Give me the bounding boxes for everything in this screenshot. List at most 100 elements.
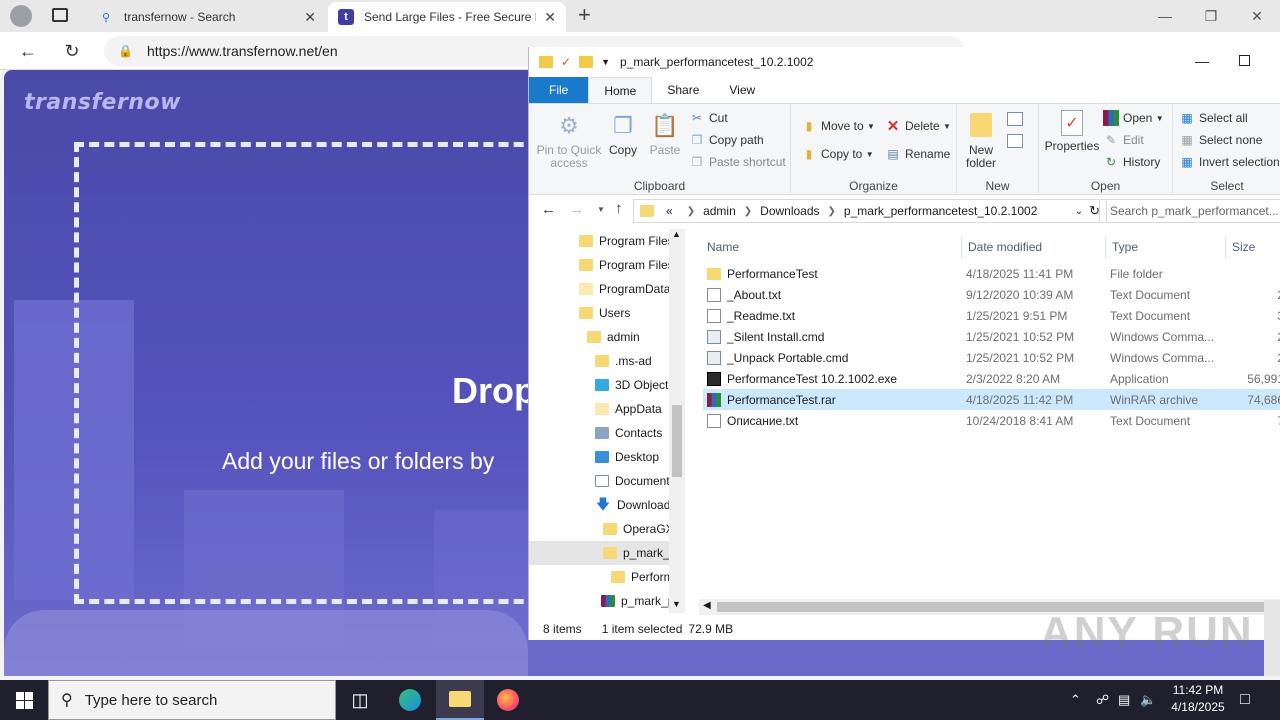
tree-item[interactable]: Users (529, 301, 685, 325)
tree-item[interactable]: Program Files (529, 253, 685, 277)
new-item-icon[interactable] (1007, 112, 1023, 126)
qa-dropdown-icon[interactable]: ▼ (601, 57, 610, 67)
move-to-button[interactable]: ▮ Move to ▼ (801, 116, 875, 136)
tab-actions-icon[interactable] (52, 8, 68, 22)
breadcrumb[interactable]: « ❯ admin ❯ Downloads ❯ p_mark_performan… (633, 199, 1107, 223)
tree-scrollbar[interactable]: ▲ ▼ (669, 229, 685, 613)
start-button[interactable] (0, 680, 48, 720)
file-row[interactable]: _About.txt 9/12/2020 10:39 AM Text Docum… (703, 284, 1280, 305)
file-row[interactable]: _Unpack Portable.cmd 1/25/2021 10:52 PM … (703, 347, 1280, 368)
column-name[interactable]: Name (701, 235, 957, 259)
file-explorer-taskbar-icon[interactable] (436, 680, 484, 720)
notifications-icon[interactable]: □ (1240, 680, 1250, 720)
file-row-selected[interactable]: PerformanceTest.rar 4/18/2025 11:42 PM W… (703, 389, 1280, 410)
column-date-modified[interactable]: Date modified (961, 235, 1103, 259)
select-none-button[interactable]: ▦ Select none (1179, 130, 1262, 150)
new-tab-button[interactable]: + (578, 2, 591, 28)
transfernow-logo[interactable]: transfernow (24, 90, 181, 115)
scroll-down-icon[interactable]: ▼ (672, 599, 681, 609)
tree-item[interactable]: Desktop (529, 445, 685, 469)
column-type[interactable]: Type (1105, 235, 1223, 259)
history-button[interactable]: ↻ History (1103, 152, 1160, 172)
maximize-icon[interactable] (1239, 55, 1250, 66)
close-tab-icon[interactable]: ✕ (536, 9, 556, 26)
tree-item[interactable]: Documents (529, 469, 685, 493)
select-all-button[interactable]: ▦ Select all (1179, 108, 1247, 128)
profile-avatar[interactable] (10, 5, 32, 27)
tree-item[interactable]: Program Files (529, 229, 685, 253)
tray-overflow-icon[interactable]: ⌃ (1070, 680, 1081, 720)
taskbar-search[interactable]: ⚲ Type here to search (48, 680, 336, 720)
invert-selection-button[interactable]: ▦ Invert selection (1179, 152, 1279, 172)
minimize-icon[interactable]: — (1142, 0, 1188, 32)
delete-button[interactable]: ✕ Delete ▼ (885, 116, 951, 136)
breadcrumb-admin[interactable]: admin (703, 204, 736, 218)
copy-button[interactable]: ❐ Copy (605, 110, 641, 157)
tree-item[interactable]: OperaGX (529, 517, 685, 541)
tree-item[interactable]: admin (529, 325, 685, 349)
file-row[interactable]: Описание.txt 10/24/2018 8:41 AM Text Doc… (703, 410, 1280, 431)
network-icon[interactable]: ☍ (1096, 680, 1109, 720)
tree-item[interactable]: p_mark_performancetest (529, 589, 685, 613)
explorer-search-box[interactable]: Search p_mark_performancet... (1099, 199, 1280, 223)
back-icon[interactable]: ← (14, 38, 42, 64)
edge-icon[interactable] (386, 680, 434, 720)
tree-item[interactable]: .ms-ad (529, 349, 685, 373)
minimize-icon[interactable]: — (1195, 53, 1209, 69)
easy-access-icon[interactable] (1007, 134, 1023, 148)
task-view-icon[interactable]: ◫ (336, 680, 384, 720)
properties-qa-icon[interactable]: ✓ (561, 55, 571, 69)
breadcrumb-current[interactable]: p_mark_performancetest_10.2.1002 (844, 204, 1037, 218)
scroll-up-icon[interactable]: ▲ (672, 229, 681, 239)
forward-icon[interactable]: → (569, 201, 584, 218)
tree-item[interactable]: ProgramData (529, 277, 685, 301)
up-icon[interactable]: ↑ (615, 200, 623, 217)
recent-dropdown-icon[interactable]: ▼ (597, 205, 605, 214)
properties-button[interactable]: ✓ Properties (1045, 110, 1099, 153)
tree-item[interactable]: 3D Objects (529, 373, 685, 397)
paste-shortcut-button[interactable]: ❐ Paste shortcut (689, 152, 786, 172)
refresh-icon[interactable]: ↻ (58, 38, 86, 64)
new-folder-button[interactable]: New folder (961, 110, 1001, 170)
close-tab-icon[interactable]: ✕ (296, 9, 316, 26)
tree-item[interactable]: 🡇 Downloads (529, 493, 685, 517)
tree-item[interactable]: PerformanceTest (529, 565, 685, 589)
firefox-icon[interactable] (484, 680, 532, 720)
file-row[interactable]: _Readme.txt 1/25/2021 9:51 PM Text Docum… (703, 305, 1280, 326)
copy-path-button[interactable]: ❐ Copy path (689, 130, 764, 150)
file-row[interactable]: _Silent Install.cmd 1/25/2021 10:52 PM W… (703, 326, 1280, 347)
tab-share[interactable]: Share (652, 77, 714, 103)
rename-button[interactable]: ▤ Rename (885, 144, 950, 164)
tab-transfernow[interactable]: t Send Large Files - Free Secure File ✕ (328, 2, 566, 32)
restore-icon[interactable]: ❐ (1188, 0, 1234, 32)
edit-button[interactable]: ✎ Edit (1103, 130, 1144, 150)
tree-item[interactable]: Contacts (529, 421, 685, 445)
paste-button[interactable]: 📋 Paste (647, 110, 683, 157)
pin-quick-access-button[interactable]: ⚙ Pin to Quick access (535, 110, 603, 170)
breadcrumb-overflow[interactable]: « (666, 204, 673, 218)
breadcrumb-downloads[interactable]: Downloads (760, 204, 819, 218)
tab-search[interactable]: ⚲ transfernow - Search ✕ (88, 2, 326, 32)
tree-item[interactable]: AppData (529, 397, 685, 421)
volume-icon[interactable]: 🔈 (1140, 680, 1156, 720)
cut-button[interactable]: ✂ Cut (689, 108, 728, 128)
copy-to-button[interactable]: ▮ Copy to ▼ (801, 144, 874, 164)
file-row[interactable]: PerformanceTest 4/18/2025 11:41 PM File … (703, 263, 1280, 284)
tab-view[interactable]: View (714, 77, 770, 103)
clock[interactable]: 11:42 PM 4/18/2025 (1160, 682, 1236, 716)
close-window-icon[interactable]: ✕ (1234, 0, 1280, 32)
back-icon[interactable]: ← (541, 201, 556, 218)
drop-title: Drop (452, 370, 528, 411)
address-dropdown-icon[interactable]: ⌄ (1075, 206, 1083, 217)
tab-home[interactable]: Home (588, 77, 653, 103)
column-size[interactable]: Size (1225, 235, 1280, 259)
wifi-icon[interactable]: ▤ (1118, 680, 1130, 720)
scroll-left-icon[interactable]: ◀ (703, 600, 711, 611)
new-folder-qa-icon[interactable] (579, 56, 594, 68)
file-row[interactable]: PerformanceTest 10.2.1002.exe 2/3/2022 8… (703, 368, 1280, 389)
open-button[interactable]: Open ▼ (1103, 108, 1164, 128)
scroll-thumb[interactable] (672, 405, 682, 477)
tab-file[interactable]: File (529, 77, 589, 103)
vertical-scrollbar[interactable] (1264, 600, 1280, 676)
tree-item-selected[interactable]: p_mark_performancetest (529, 541, 685, 565)
